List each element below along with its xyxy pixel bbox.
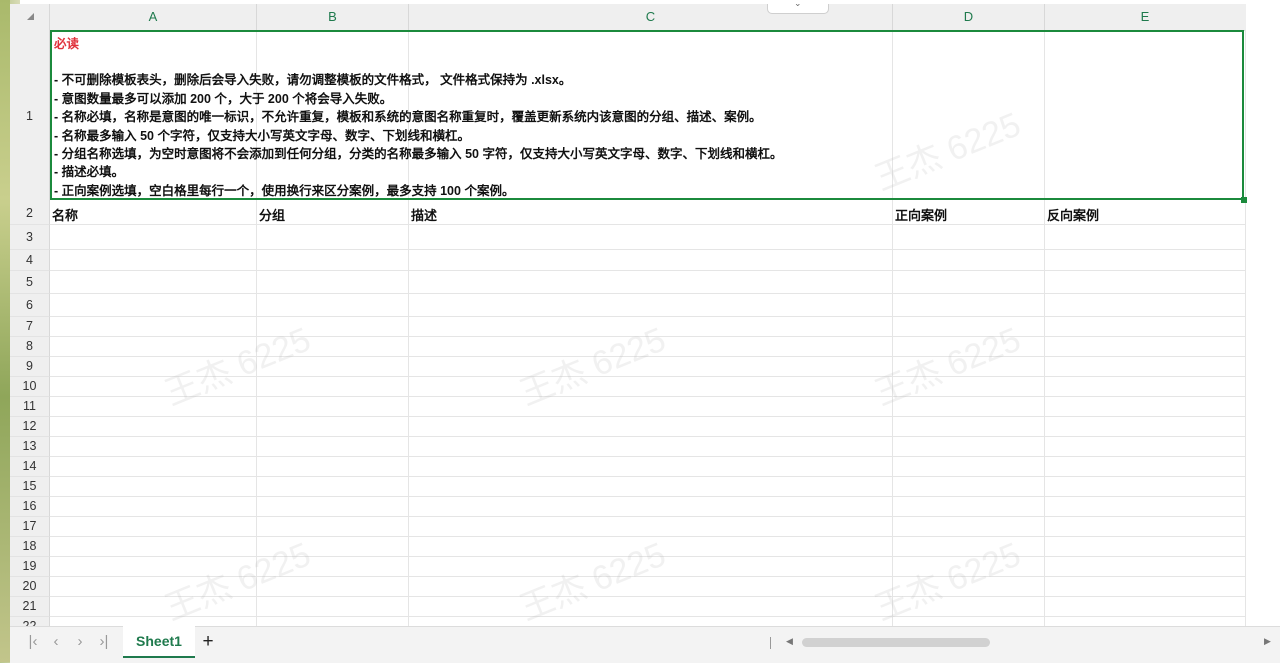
scroll-left-icon[interactable]: ◀	[786, 636, 793, 647]
table-row[interactable]	[50, 397, 1246, 417]
instruction-line: - 意图数量最多可以添加 200 个，大于 200 个将会导入失败。	[54, 91, 393, 106]
scroll-right-icon[interactable]: ▶	[1264, 636, 1271, 647]
column-header-b[interactable]: B	[257, 4, 409, 30]
sheet-tab-bar: |‹ ‹ › ›| Sheet1 + ◀ ▶	[10, 626, 1280, 663]
chevron-down-icon: ⌄	[794, 4, 802, 9]
row-header-21[interactable]: 21	[10, 597, 50, 617]
table-row[interactable]	[50, 537, 1246, 557]
row-header-7[interactable]: 7	[10, 317, 50, 337]
horizontal-scrollbar-thumb[interactable]	[802, 638, 990, 647]
select-all-corner[interactable]	[10, 4, 50, 30]
table-row[interactable]	[50, 437, 1246, 457]
row-header-6[interactable]: 6	[10, 294, 50, 317]
row-header-9[interactable]: 9	[10, 357, 50, 377]
header-cell-positive-examples[interactable]: 正向案例	[895, 205, 947, 224]
row-header-16[interactable]: 16	[10, 497, 50, 517]
next-sheet-button[interactable]: ›	[70, 633, 90, 650]
row-header-17[interactable]: 17	[10, 517, 50, 537]
table-row[interactable]	[50, 597, 1246, 617]
header-cell-name[interactable]: 名称	[52, 205, 78, 224]
table-row[interactable]	[50, 557, 1246, 577]
column-header-d[interactable]: D	[893, 4, 1045, 30]
table-row[interactable]	[50, 357, 1246, 377]
instruction-line: - 不可删除模板表头，删除后会导入失败，请勿调整模板的文件格式， 文件格式保持为…	[54, 73, 572, 88]
must-read-title: 必读	[54, 37, 80, 51]
desktop-background	[0, 0, 10, 662]
instruction-line: - 分组名称选填，为空时意图将不会添加到任何分组，分类的名称最多输入 50 字符…	[54, 147, 783, 162]
first-sheet-button[interactable]: |‹	[23, 633, 43, 650]
row-header-15[interactable]: 15	[10, 477, 50, 497]
prev-sheet-button[interactable]: ‹	[46, 633, 66, 650]
row-header-12[interactable]: 12	[10, 417, 50, 437]
table-row[interactable]	[50, 317, 1246, 337]
table-row[interactable]	[50, 337, 1246, 357]
last-sheet-button[interactable]: ›|	[94, 633, 114, 650]
spreadsheet: A B C D E ⌄ 1 必读 - 不可删除模板表头，删除后会导入失败，请勿调…	[10, 4, 1280, 662]
row-header-11[interactable]: 11	[10, 397, 50, 417]
table-row[interactable]	[50, 517, 1246, 537]
row-header-13[interactable]: 13	[10, 437, 50, 457]
table-row[interactable]	[50, 377, 1246, 397]
instruction-line: - 名称最多输入 50 个字符，仅支持大小写英文字母、数字、下划线和横杠。	[54, 128, 470, 143]
header-cell-description[interactable]: 描述	[411, 205, 437, 224]
row-header-3[interactable]: 3	[10, 225, 50, 250]
instruction-line: - 正向案例选填，空白格里每行一个，使用换行来区分案例，最多支持 100 个案例…	[54, 183, 515, 198]
row-header-14[interactable]: 14	[10, 457, 50, 477]
table-row[interactable]	[50, 497, 1246, 517]
table-row[interactable]	[50, 250, 1246, 271]
row-header-1[interactable]: 1	[10, 30, 50, 203]
table-row[interactable]	[50, 577, 1246, 597]
table-row[interactable]	[50, 477, 1246, 497]
row-header-19[interactable]: 19	[10, 557, 50, 577]
collapse-ribbon-button[interactable]: ⌄	[767, 4, 829, 14]
row-header-5[interactable]: 5	[10, 271, 50, 294]
row-header-2[interactable]: 2	[10, 202, 50, 225]
table-row[interactable]	[50, 417, 1246, 437]
instruction-line: - 名称必填，名称是意图的唯一标识，不允许重复，模板和系统的意图名称重复时，覆盖…	[54, 110, 762, 125]
row-header-4[interactable]: 4	[10, 250, 50, 271]
header-cell-negative-examples[interactable]: 反向案例	[1047, 205, 1099, 224]
table-row[interactable]	[50, 294, 1246, 317]
add-sheet-button[interactable]: +	[198, 631, 218, 653]
tab-scroll-divider[interactable]	[770, 637, 771, 649]
header-cell-group[interactable]: 分组	[259, 205, 285, 224]
row-header-8[interactable]: 8	[10, 337, 50, 357]
column-header-e[interactable]: E	[1045, 4, 1245, 30]
table-row[interactable]	[50, 457, 1246, 477]
row-header-18[interactable]: 18	[10, 537, 50, 557]
table-row[interactable]	[50, 271, 1246, 294]
instruction-cell-a1[interactable]: 必读 - 不可删除模板表头，删除后会导入失败，请勿调整模板的文件格式， 文件格式…	[50, 30, 1244, 200]
instruction-line: - 描述必填。	[54, 165, 125, 180]
select-all-icon	[27, 13, 34, 20]
row-header-20[interactable]: 20	[10, 577, 50, 597]
row-header-10[interactable]: 10	[10, 377, 50, 397]
sheet-tab-sheet1[interactable]: Sheet1	[123, 626, 195, 658]
table-row[interactable]	[50, 225, 1246, 250]
column-header-a[interactable]: A	[50, 4, 257, 30]
